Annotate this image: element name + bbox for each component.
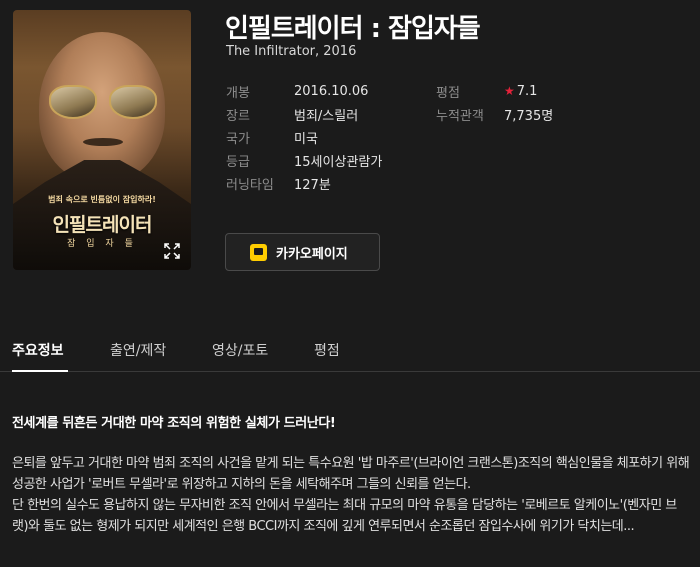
info-row-rating-grade: 등급 15세이상관람가 [226, 149, 382, 172]
movie-poster[interactable]: 범죄 속으로 빈틈없이 잠입하라! 인필트레이터 잠 입 자 들 [13, 10, 191, 270]
poster-tagline: 범죄 속으로 빈틈없이 잠입하라! [48, 195, 156, 204]
kakaopage-icon [250, 243, 267, 261]
synopsis-section: 전세계를 뒤흔든 거대한 마약 조직의 위험한 실체가 드러난다! 은퇴를 앞두… [12, 412, 692, 537]
kakaopage-button-label: 카카오페이지 [276, 246, 348, 262]
info-row-genre: 장르 범죄/스릴러 [226, 103, 382, 126]
tab-video-photo[interactable]: 영상/포토 [212, 340, 268, 360]
info-value: 2016.10.06 [294, 84, 369, 99]
rating-value-wrap: ★ 7.1 [504, 84, 537, 99]
tab-bar: 주요정보 출연/제작 영상/포토 평점 [0, 326, 700, 372]
info-value: 15세이상관람가 [294, 155, 383, 170]
movie-title: 인필트레이터 : 잠입자들 [225, 14, 481, 44]
info-row-runtime: 러닝타임 127분 [226, 172, 382, 195]
audience-label: 누적관객 [436, 109, 484, 124]
info-label: 등급 [226, 155, 250, 170]
movie-header: 범죄 속으로 빈틈없이 잠입하라! 인필트레이터 잠 입 자 들 인필트레이터 … [0, 0, 700, 300]
expand-icon[interactable] [163, 242, 181, 260]
info-label: 국가 [226, 132, 250, 147]
tab-main-info[interactable]: 주요정보 [12, 340, 64, 360]
rating-label: 평점 [436, 86, 460, 101]
info-label: 러닝타임 [226, 178, 274, 193]
synopsis-body: 은퇴를 앞두고 거대한 마약 범죄 조직의 사건을 맡게 되는 특수요원 '밥 … [12, 453, 692, 537]
tab-cast-crew[interactable]: 출연/제작 [110, 340, 166, 360]
info-row-country: 국가 미국 [226, 126, 382, 149]
synopsis-headline: 전세계를 뒤흔든 거대한 마약 조직의 위험한 실체가 드러난다! [12, 416, 336, 431]
info-value: 미국 [294, 132, 318, 147]
rating-value: 7.1 [516, 84, 538, 99]
original-title: The Infiltrator, 2016 [226, 44, 357, 59]
movie-stats: 평점 ★ 7.1 누적관객 7,735명 [436, 80, 553, 126]
tab-reviews[interactable]: 평점 [314, 340, 340, 360]
poster-mustache [83, 138, 123, 146]
star-icon: ★ [504, 84, 515, 98]
poster-aviator-glasses [49, 85, 157, 119]
active-tab-indicator [12, 370, 68, 372]
kakaopage-button[interactable]: 카카오페이지 [225, 233, 380, 271]
info-label: 장르 [226, 109, 250, 124]
synopsis-paragraph: 은퇴를 앞두고 거대한 마약 범죄 조직의 사건을 맡게 되는 특수요원 '밥 … [12, 456, 690, 492]
stats-row-audience: 누적관객 7,735명 [436, 103, 553, 126]
info-value: 127분 [294, 178, 331, 193]
poster-title: 인필트레이터 [52, 214, 153, 236]
stats-row-rating: 평점 ★ 7.1 [436, 80, 553, 103]
info-label: 개봉 [226, 86, 250, 101]
info-row-release: 개봉 2016.10.06 [226, 80, 382, 103]
audience-value: 7,735명 [504, 109, 554, 124]
movie-info-list: 개봉 2016.10.06 장르 범죄/스릴러 국가 미국 등급 15세이상관람… [226, 80, 382, 195]
info-value: 범죄/스릴러 [294, 109, 359, 124]
synopsis-paragraph: 단 한번의 실수도 용납하지 않는 무자비한 조직 안에서 무셀라는 최대 규모… [12, 498, 677, 534]
